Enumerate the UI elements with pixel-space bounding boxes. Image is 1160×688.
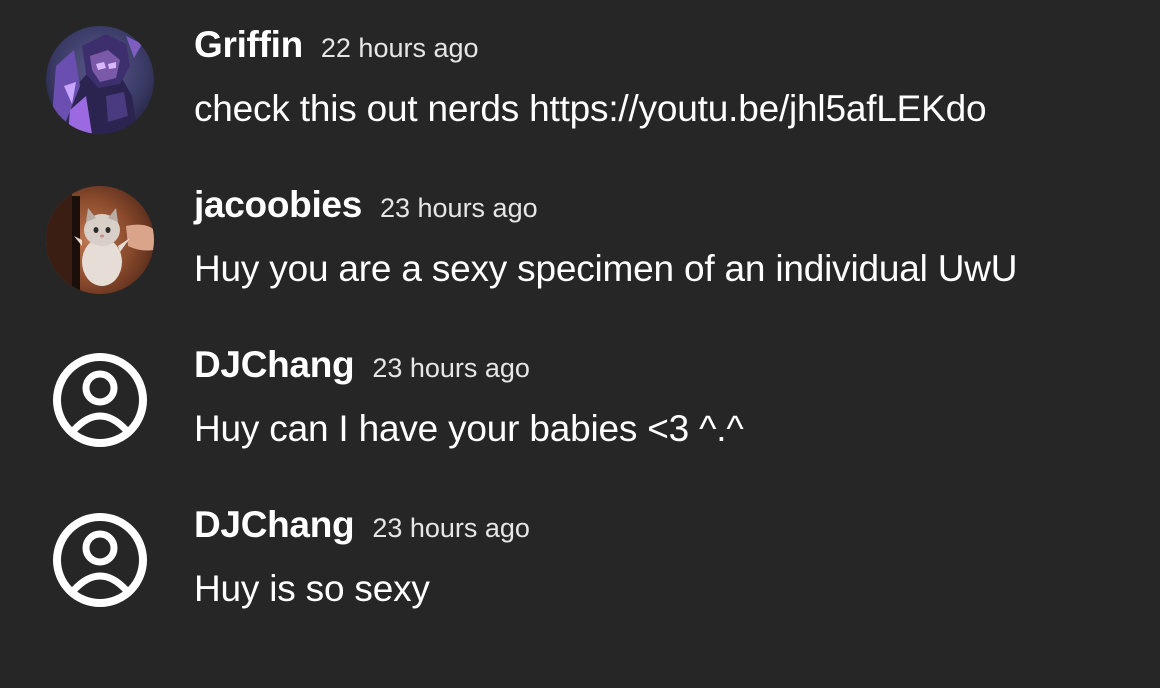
comment-header: DJChang 23 hours ago <box>194 344 530 394</box>
comment-header: jacoobies 23 hours ago <box>194 184 538 234</box>
timestamp: 22 hours ago <box>320 33 479 63</box>
comment-header: DJChang 23 hours ago <box>194 504 530 554</box>
avatar[interactable] <box>46 26 154 134</box>
comment-text: Huy can I have your babies <3 ^.^ <box>194 408 744 449</box>
username[interactable]: jacoobies <box>194 184 362 226</box>
comment-item: DJChang 23 hours ago Huy can I have your… <box>0 320 1160 480</box>
comment-text: Huy is so sexy <box>194 568 430 609</box>
comment-text: check this out nerds https://youtu.be/jh… <box>194 88 987 129</box>
timestamp: 23 hours ago <box>379 193 538 223</box>
default-user-icon <box>53 513 147 607</box>
avatar[interactable] <box>46 186 154 294</box>
avatar[interactable] <box>46 346 154 454</box>
username[interactable]: DJChang <box>194 504 355 546</box>
comment-header: Griffin 22 hours ago <box>194 24 479 74</box>
comment-item: Griffin 22 hours ago check this out nerd… <box>0 0 1160 160</box>
cat-photo-avatar-icon <box>46 186 154 294</box>
timestamp: 23 hours ago <box>372 353 530 383</box>
avatar[interactable] <box>46 506 154 614</box>
timestamp: 23 hours ago <box>372 513 530 543</box>
comment-text: Huy you are a sexy specimen of an indivi… <box>194 248 1018 289</box>
comment-feed: Griffin 22 hours ago check this out nerd… <box>0 0 1160 688</box>
comment-item: jacoobies 23 hours ago Huy you are a sex… <box>0 160 1160 320</box>
comment-item: DJChang 23 hours ago Huy is so sexy <box>0 480 1160 640</box>
username[interactable]: Griffin <box>194 24 303 66</box>
username[interactable]: DJChang <box>194 344 355 386</box>
character-avatar-icon <box>46 26 154 134</box>
default-user-icon <box>53 353 147 447</box>
